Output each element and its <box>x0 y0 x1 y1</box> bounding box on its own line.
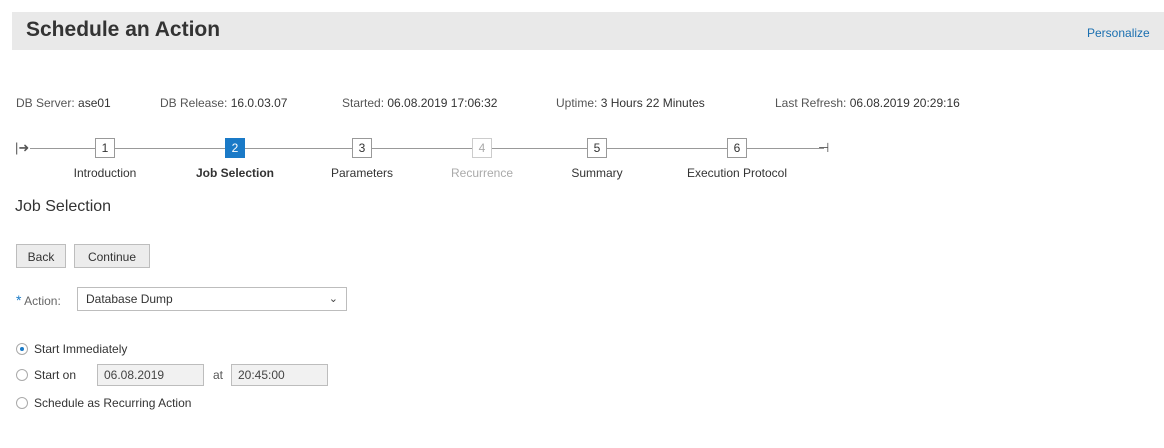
step-3-label[interactable]: Parameters <box>331 166 393 180</box>
uptime-label: Uptime: <box>556 96 598 110</box>
start-time-field[interactable]: 20:45:00 <box>231 364 328 386</box>
recurring-label[interactable]: Schedule as Recurring Action <box>34 396 191 410</box>
continue-button[interactable]: Continue <box>74 244 150 268</box>
start-on-label[interactable]: Start on <box>34 368 76 382</box>
last-refresh-label: Last Refresh: <box>775 96 847 110</box>
step-2-marker[interactable]: 2 <box>225 138 245 158</box>
db-release-value: 16.0.03.07 <box>230 96 288 110</box>
page-title: Schedule an Action <box>26 18 221 41</box>
start-immediately-label[interactable]: Start Immediately <box>34 342 127 356</box>
recurring-radio[interactable] <box>16 397 28 409</box>
uptime-info: Uptime: 3 Hours 22 Minutes <box>556 96 705 110</box>
step-6-marker[interactable]: 6 <box>727 138 747 158</box>
started-value: 06.08.2019 17:06:32 <box>387 96 498 110</box>
action-select[interactable]: Database Dump ⌄ <box>77 287 347 311</box>
action-label: * Action: <box>16 292 61 308</box>
step-5-label[interactable]: Summary <box>571 166 622 180</box>
roadmap-rail <box>30 148 824 149</box>
chevron-down-icon: ⌄ <box>328 293 338 305</box>
step-2-label[interactable]: Job Selection <box>196 166 274 180</box>
db-release-label: DB Release: <box>160 96 228 110</box>
uptime-value: 3 Hours 22 Minutes <box>600 96 705 110</box>
step-4-marker: 4 <box>472 138 492 158</box>
step-1-marker[interactable]: 1 <box>95 138 115 158</box>
action-label-text: Action: <box>24 294 61 308</box>
step-5-marker[interactable]: 5 <box>587 138 607 158</box>
start-on-radio[interactable] <box>16 369 28 381</box>
roadmap-end-icon: ⊣ <box>818 140 830 155</box>
last-refresh-value: 06.08.2019 20:29:16 <box>849 96 960 110</box>
last-refresh-info: Last Refresh: 06.08.2019 20:29:16 <box>775 96 960 110</box>
step-4-label: Recurrence <box>450 166 514 180</box>
db-server-info: DB Server: ase01 <box>16 96 111 110</box>
step-1-label[interactable]: Introduction <box>74 166 137 180</box>
db-release-info: DB Release: 16.0.03.07 <box>160 96 287 110</box>
db-server-label: DB Server: <box>16 96 75 110</box>
step-3-marker[interactable]: 3 <box>352 138 372 158</box>
page-header: Schedule an Action <box>12 12 1164 50</box>
personalize-link[interactable]: Personalize <box>1087 26 1150 40</box>
section-title: Job Selection <box>15 198 112 215</box>
back-button[interactable]: Back <box>16 244 66 268</box>
required-marker: * <box>16 292 22 308</box>
action-select-value: Database Dump <box>86 292 173 306</box>
at-label: at <box>213 368 224 382</box>
db-server-value: ase01 <box>78 96 111 110</box>
step-6-label[interactable]: Execution Protocol <box>687 166 787 180</box>
started-label: Started: <box>342 96 385 110</box>
start-date-field[interactable]: 06.08.2019 <box>97 364 204 386</box>
started-info: Started: 06.08.2019 17:06:32 <box>342 96 497 110</box>
start-immediately-radio[interactable] <box>16 343 28 355</box>
roadmap-start-icon: |➜ <box>15 140 30 155</box>
